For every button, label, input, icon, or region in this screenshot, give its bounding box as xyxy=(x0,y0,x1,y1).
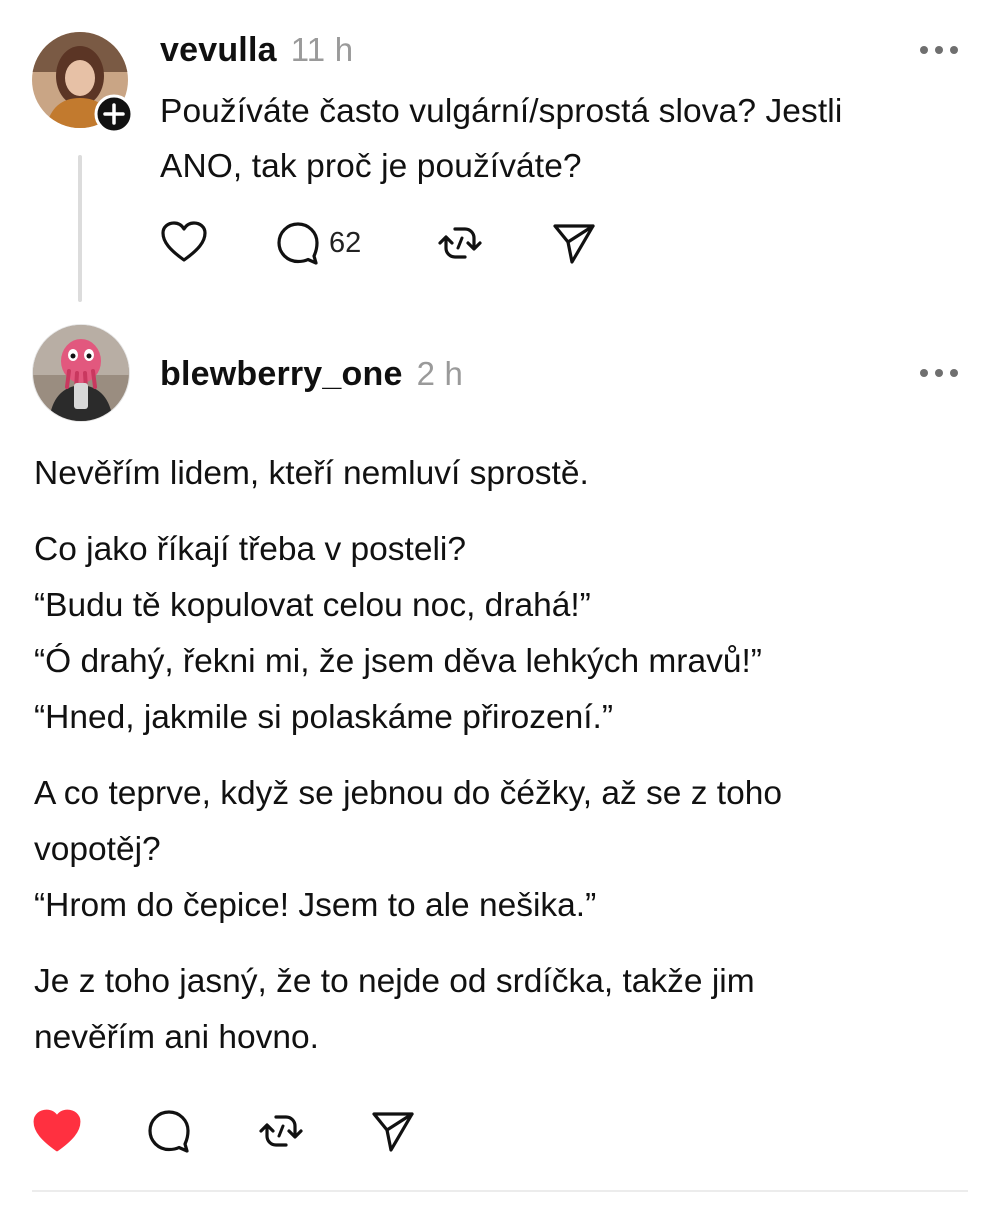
share-button[interactable] xyxy=(551,220,597,266)
paragraph: Je z toho jasný, že to nejde od srdíčka,… xyxy=(34,954,974,1066)
post-text-line: ANO, tak proč je používáte? xyxy=(160,148,582,185)
share-icon xyxy=(372,1112,414,1152)
heart-icon xyxy=(161,221,207,262)
more-icon xyxy=(920,369,958,377)
paragraph: Co jako říkají třeba v posteli? “Budu tě… xyxy=(34,522,974,746)
post-time: 2 h xyxy=(416,355,464,392)
text-line: vopotěj? xyxy=(34,831,161,868)
comment-count: 62 xyxy=(329,226,362,259)
text-line: Nevěřím lidem, kteří nemluví sprostě. xyxy=(34,455,589,492)
paragraph: A co teprve, když se jebnou do čéžky, až… xyxy=(34,766,974,934)
text-line: “Hrom do čepice! Jsem to ale nešika.” xyxy=(34,887,597,924)
text-line: Je z toho jasný, že to nejde od srdíčka,… xyxy=(34,963,755,1000)
avatar-blewberry-one[interactable] xyxy=(32,324,130,422)
username-blewberry-one[interactable]: blewberry_one 2 h xyxy=(160,355,463,394)
comment-button[interactable] xyxy=(146,1108,192,1154)
text-line: nevěřím ani hovno. xyxy=(34,1019,319,1056)
username-vevulla[interactable]: vevulla 11 h xyxy=(160,31,353,70)
share-icon xyxy=(553,224,595,264)
repost-icon xyxy=(438,227,482,259)
like-button[interactable] xyxy=(32,1108,82,1154)
more-options-button[interactable] xyxy=(918,363,960,383)
follow-plus-icon[interactable] xyxy=(94,94,134,134)
text-line: A co teprve, když se jebnou do čéžky, až… xyxy=(34,775,782,812)
comment-icon xyxy=(148,1110,190,1153)
heart-filled-icon xyxy=(33,1109,81,1152)
post-time: 11 h xyxy=(290,31,354,68)
text-line: “Budu tě kopulovat celou noc, drahá!” xyxy=(34,587,591,624)
text-line: Co jako říkají třeba v posteli? xyxy=(34,531,466,568)
paragraph: Nevěřím lidem, kteří nemluví sprostě. xyxy=(34,446,974,502)
like-button[interactable] xyxy=(160,220,208,264)
comment-icon xyxy=(277,222,319,265)
repost-button[interactable] xyxy=(258,1108,304,1154)
repost-icon xyxy=(259,1115,303,1147)
thread-line xyxy=(78,155,82,302)
more-icon xyxy=(920,46,958,54)
post-divider xyxy=(32,1190,968,1192)
comment-button[interactable]: 62 xyxy=(275,220,361,266)
share-button[interactable] xyxy=(370,1108,416,1154)
username-text[interactable]: vevulla xyxy=(160,31,277,69)
reply-text: Nevěřím lidem, kteří nemluví sprostě. Co… xyxy=(34,446,974,1086)
post-text: Používáte často vulgární/sprostá slova? … xyxy=(160,84,980,194)
repost-button[interactable] xyxy=(437,220,483,266)
more-options-button[interactable] xyxy=(918,40,960,60)
username-text[interactable]: blewberry_one xyxy=(160,355,403,393)
post-text-line: Používáte často vulgární/sprostá slova? … xyxy=(160,93,843,130)
text-line: “Hned, jakmile si polaskáme přirození.” xyxy=(34,699,614,736)
text-line: “Ó drahý, řekni mi, že jsem děva lehkých… xyxy=(34,643,762,680)
